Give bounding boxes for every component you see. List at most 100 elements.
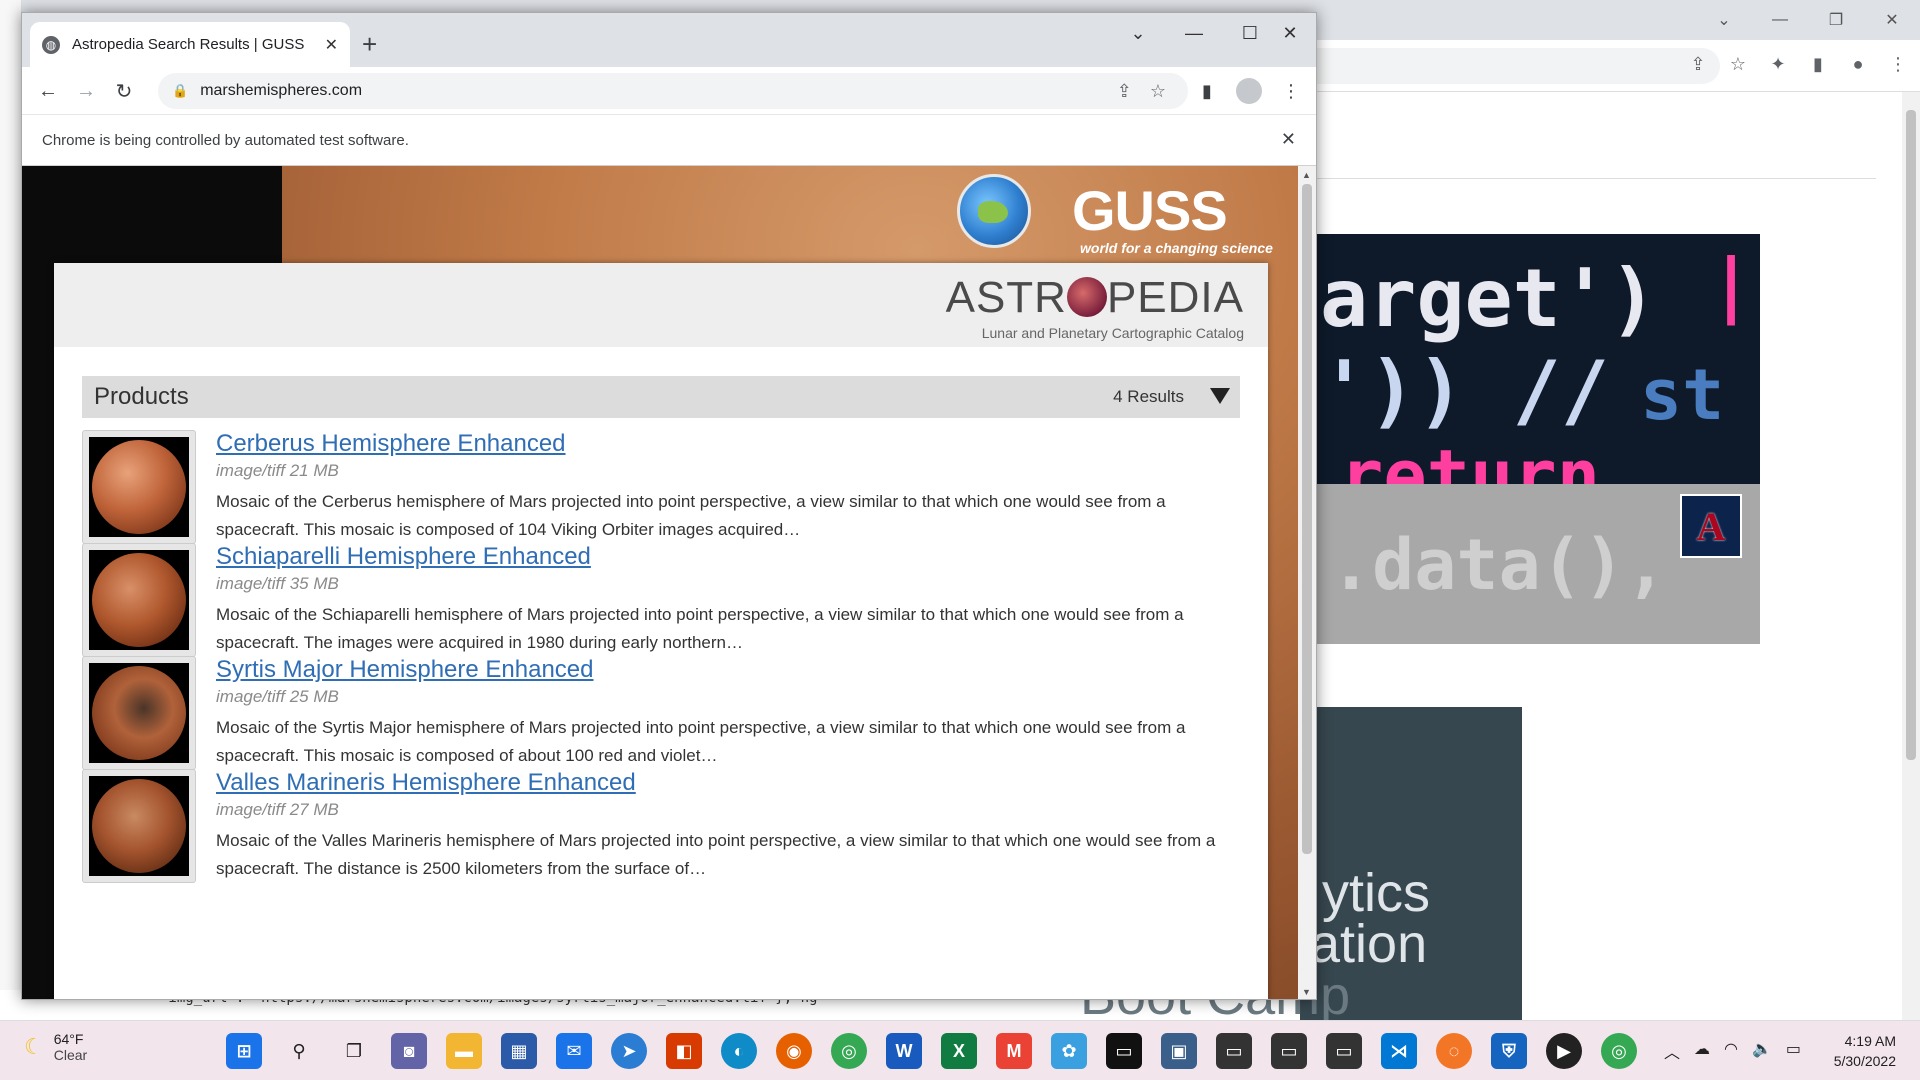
python-icon[interactable]: ✿ bbox=[1051, 1033, 1087, 1069]
terminal-icon[interactable]: ▭ bbox=[1106, 1033, 1142, 1069]
close-tab-icon[interactable]: ✕ bbox=[325, 35, 338, 55]
office-icon[interactable]: ◧ bbox=[666, 1033, 702, 1069]
restore-icon[interactable]: ❐ bbox=[1808, 0, 1864, 40]
thumbnail-frame bbox=[89, 437, 189, 537]
forward-button[interactable]: → bbox=[72, 77, 100, 105]
sidepanel-icon[interactable]: ▮ bbox=[1194, 78, 1220, 104]
bookmark-star-icon[interactable]: ☆ bbox=[1150, 81, 1166, 102]
automation-infobar: Chrome is being controlled by automated … bbox=[22, 115, 1316, 166]
share-icon[interactable]: ⇪ bbox=[1686, 52, 1710, 76]
reload-button[interactable]: ↻ bbox=[110, 77, 138, 105]
thumbnail-frame bbox=[89, 550, 189, 650]
close-window-button[interactable]: ✕ bbox=[1262, 13, 1316, 53]
lock-icon[interactable]: 🔒 bbox=[172, 83, 188, 99]
sidepanel-icon[interactable]: ▮ bbox=[1806, 52, 1830, 76]
product-description: Mosaic of the Cerberus hemisphere of Mar… bbox=[216, 492, 1166, 539]
tab-strip: ◍ Astropedia Search Results | GUSS ✕ + ⌄… bbox=[22, 13, 1316, 67]
scrollbar-thumb[interactable] bbox=[1302, 184, 1312, 854]
wifi-icon[interactable]: ◠ bbox=[1724, 1039, 1738, 1063]
scroll-down-icon[interactable]: ▼ bbox=[1302, 987, 1311, 997]
vscode-icon[interactable]: ⋊ bbox=[1381, 1033, 1417, 1069]
time: 4:19 AM bbox=[1844, 1033, 1896, 1049]
product-title-link[interactable]: Cerberus Hemisphere Enhanced bbox=[216, 430, 566, 458]
mail-icon[interactable]: ✉ bbox=[556, 1033, 592, 1069]
collapse-triangle-icon[interactable] bbox=[1210, 388, 1230, 404]
thumbnail-frame bbox=[89, 776, 189, 876]
extensions-icon[interactable]: ✦ bbox=[1766, 52, 1790, 76]
page-scrollbar[interactable]: ▲ ▼ bbox=[1298, 166, 1316, 999]
chrome-icon[interactable]: ◎ bbox=[831, 1033, 867, 1069]
globe-logo-icon[interactable] bbox=[957, 174, 1031, 248]
infobar-text: Chrome is being controlled by automated … bbox=[42, 131, 409, 149]
back-button[interactable]: ← bbox=[34, 77, 62, 105]
menu-icon[interactable]: ⋮ bbox=[1886, 52, 1910, 76]
code-text: ')) // bbox=[1320, 344, 1609, 437]
planet-o-icon bbox=[1066, 277, 1107, 317]
star-icon[interactable]: ☆ bbox=[1726, 52, 1750, 76]
defender-shield-icon[interactable]: ⛨ bbox=[1491, 1033, 1527, 1069]
address-bar[interactable]: 🔒 marshemispheres.com bbox=[158, 73, 1188, 109]
teams-chat-icon[interactable]: ◙ bbox=[391, 1033, 427, 1069]
product-title-link[interactable]: Schiaparelli Hemisphere Enhanced bbox=[216, 543, 591, 571]
cloud-icon[interactable]: ☁ bbox=[1694, 1039, 1710, 1063]
chevron-down-icon[interactable]: ⌄ bbox=[1696, 0, 1752, 40]
store-icon[interactable]: ▦ bbox=[501, 1033, 537, 1069]
word-icon[interactable]: W bbox=[886, 1033, 922, 1069]
share-icon[interactable]: ⇪ bbox=[1117, 81, 1132, 102]
python-shell-icon[interactable]: ▣ bbox=[1161, 1033, 1197, 1069]
product-title-link[interactable]: Syrtis Major Hemisphere Enhanced bbox=[216, 656, 594, 684]
terminal-icon[interactable]: ▭ bbox=[1326, 1033, 1362, 1069]
chrome-active-icon[interactable]: ◎ bbox=[1601, 1033, 1637, 1069]
product-title-link[interactable]: Valles Marineris Hemisphere Enhanced bbox=[216, 769, 636, 797]
background-toolbar-icons: ⇪ ☆ ✦ ▮ ● ⋮ bbox=[1686, 52, 1910, 76]
menu-icon[interactable]: ⋮ bbox=[1278, 78, 1304, 104]
product-meta: image/tiff 35 MB bbox=[216, 574, 339, 593]
messenger-icon[interactable]: ➤ bbox=[611, 1033, 647, 1069]
file-explorer-icon[interactable]: ▬ bbox=[446, 1033, 482, 1069]
weather-widget[interactable]: ☾ 64°F Clear bbox=[24, 1031, 87, 1063]
product-thumbnail[interactable] bbox=[82, 430, 196, 544]
scrollbar-thumb[interactable] bbox=[1906, 110, 1916, 760]
excel-icon[interactable]: X bbox=[941, 1033, 977, 1069]
terminal-icon[interactable]: ▭ bbox=[1216, 1033, 1252, 1069]
mars-image bbox=[92, 666, 186, 760]
taskbar-apps: ⊞ ⚲ ❐ ◙ ▬ ▦ ✉ ➤ ◧ ◐ ◉ ◎ W X M ✿ ▭ ▣ ▭ ▭ … bbox=[226, 1033, 1637, 1069]
volume-icon[interactable]: 🔈 bbox=[1752, 1039, 1772, 1063]
profile-icon[interactable]: ● bbox=[1846, 52, 1870, 76]
firefox-icon[interactable]: ◉ bbox=[776, 1033, 812, 1069]
avatar bbox=[1236, 78, 1262, 104]
guss-logo[interactable]: GUSS bbox=[1072, 178, 1228, 243]
scroll-up-icon[interactable]: ▲ bbox=[1302, 170, 1311, 180]
minimize-button[interactable]: — bbox=[1166, 13, 1222, 53]
start-icon[interactable]: ⊞ bbox=[226, 1033, 262, 1069]
profile-avatar[interactable] bbox=[1236, 78, 1262, 104]
product-thumbnail[interactable] bbox=[82, 769, 196, 883]
chevron-up-icon[interactable]: ︿ bbox=[1664, 1039, 1680, 1063]
gmail-icon[interactable]: M bbox=[996, 1033, 1032, 1069]
weather-condition: Clear bbox=[53, 1047, 88, 1063]
edge-icon[interactable]: ◐ bbox=[721, 1033, 757, 1069]
task-view-icon[interactable]: ❐ bbox=[336, 1033, 372, 1069]
product-thumbnail[interactable] bbox=[82, 656, 196, 770]
terminal-icon[interactable]: ▭ bbox=[1271, 1033, 1307, 1069]
jupyter-icon[interactable]: ◌ bbox=[1436, 1033, 1472, 1069]
products-header-bar[interactable]: Products 4 Results bbox=[82, 376, 1240, 418]
search-icon[interactable]: ⚲ bbox=[281, 1033, 317, 1069]
product-thumbnail[interactable] bbox=[82, 543, 196, 657]
page-viewport: GUSS world for a changing science ASTR PE… bbox=[22, 166, 1300, 999]
product-item: Syrtis Major Hemisphere Enhanced image/t… bbox=[82, 656, 1240, 774]
minimize-icon[interactable]: — bbox=[1752, 0, 1808, 40]
background-omnibox[interactable] bbox=[1300, 48, 1720, 84]
temperature: 64°F bbox=[53, 1031, 84, 1047]
omnibox-actions: ⇪ ☆ bbox=[1117, 81, 1166, 102]
astropedia-logo[interactable]: ASTR PEDIA bbox=[946, 273, 1244, 323]
background-scrollbar[interactable] bbox=[1902, 92, 1920, 1020]
close-icon[interactable]: ✕ bbox=[1864, 0, 1920, 40]
close-infobar-icon[interactable]: ✕ bbox=[1281, 129, 1296, 150]
battery-icon[interactable]: ▭ bbox=[1786, 1039, 1801, 1063]
tab-astropedia[interactable]: ◍ Astropedia Search Results | GUSS ✕ bbox=[30, 22, 350, 67]
media-player-icon[interactable]: ▶ bbox=[1546, 1033, 1582, 1069]
tab-search-icon[interactable]: ⌄ bbox=[1110, 13, 1166, 53]
clock[interactable]: 4:19 AM 5/30/2022 bbox=[1834, 1031, 1896, 1071]
new-tab-button[interactable]: + bbox=[362, 31, 377, 57]
